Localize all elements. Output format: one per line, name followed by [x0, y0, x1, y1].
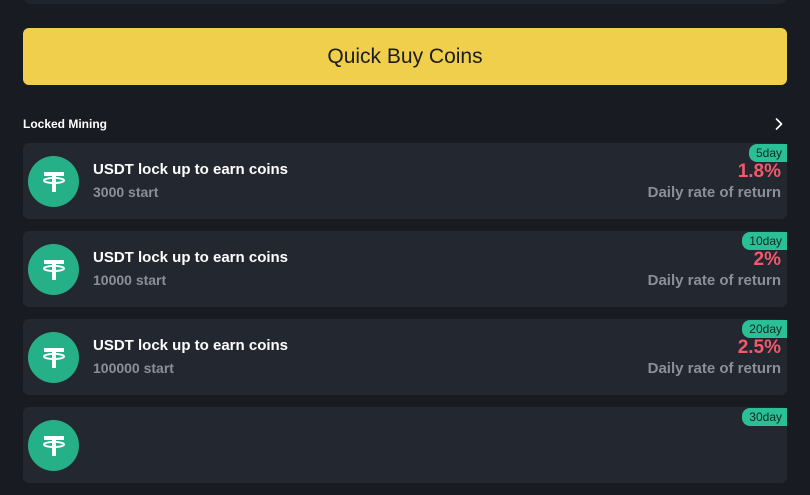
locked-mining-header: Locked Mining — [23, 112, 787, 136]
previous-card — [23, 0, 787, 4]
card-title: USDT lock up to earn coins — [93, 249, 289, 266]
daily-rate-label: Daily rate of return — [647, 272, 781, 289]
mining-card[interactable]: USDT lock up to earn coins 3000 start 5d… — [23, 143, 787, 219]
day-badge: 5day — [748, 144, 787, 162]
card-title: USDT lock up to earn coins — [93, 161, 289, 178]
card-start-amount: 100000 start — [93, 360, 174, 376]
daily-rate: 2% — [753, 249, 781, 270]
tether-icon — [28, 332, 79, 383]
day-badge: 10day — [742, 232, 787, 250]
daily-rate-label: Daily rate of return — [647, 360, 781, 377]
mining-card[interactable]: USDT lock up to earn coins 100000 start … — [23, 319, 787, 395]
daily-rate: 2.5% — [737, 337, 781, 358]
daily-rate: 1.8% — [737, 161, 781, 182]
tether-icon — [28, 156, 79, 207]
tether-icon — [28, 244, 79, 295]
chevron-right-icon[interactable] — [771, 116, 787, 132]
card-start-amount: 10000 start — [93, 272, 167, 288]
quick-buy-coins-button[interactable]: Quick Buy Coins — [23, 28, 787, 85]
mining-card[interactable]: 30day — [23, 407, 787, 483]
day-badge: 20day — [742, 320, 787, 338]
mining-card[interactable]: USDT lock up to earn coins 10000 start 1… — [23, 231, 787, 307]
card-title: USDT lock up to earn coins — [93, 337, 289, 354]
card-start-amount: 3000 start — [93, 184, 159, 200]
daily-rate-label: Daily rate of return — [647, 184, 781, 201]
section-title: Locked Mining — [23, 117, 107, 131]
locked-mining-list: USDT lock up to earn coins 3000 start 5d… — [23, 143, 787, 495]
tether-icon — [28, 420, 79, 471]
day-badge: 30day — [742, 408, 787, 426]
